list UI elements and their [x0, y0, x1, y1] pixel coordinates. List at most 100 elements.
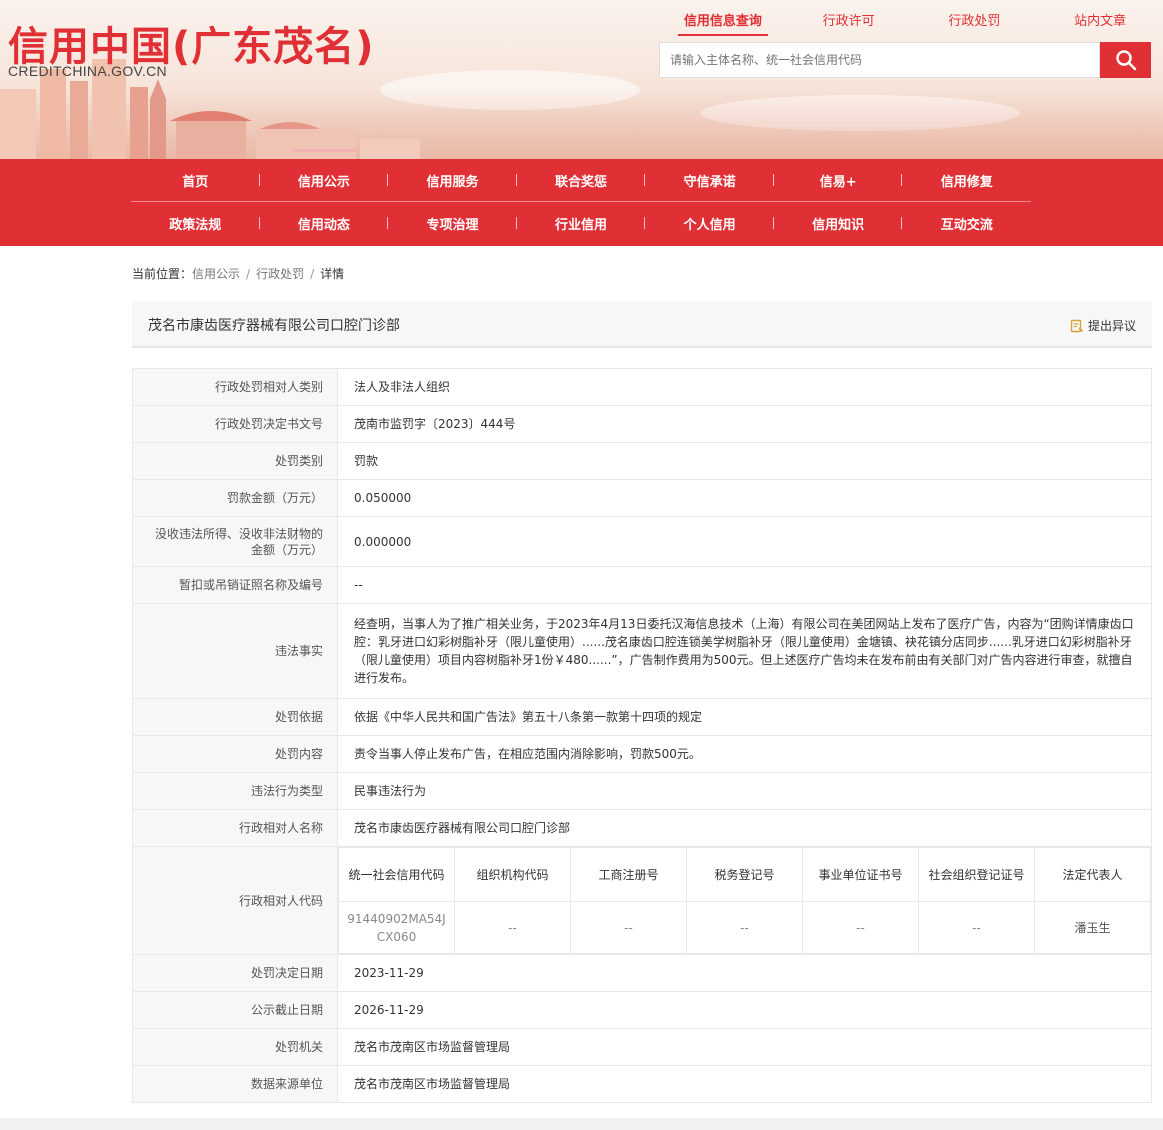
code-cell: 统一社会信用代码 组织机构代码 工商注册号 税务登记号 事业单位证书号 社会组织…: [337, 846, 1152, 955]
record-title: 茂名市康齿医疗器械有限公司口腔门诊部: [148, 318, 400, 334]
breadcrumb-credit-publicity[interactable]: 信用公示: [192, 267, 240, 281]
field-label: 行政处罚决定书文号: [132, 405, 338, 443]
nav-item-credit-publicity[interactable]: 信用公示: [260, 148, 389, 190]
field-label: 处罚机关: [132, 1028, 338, 1066]
table-row: 数据来源单位 茂名市茂南区市场监督管理局: [132, 1065, 1152, 1103]
code-header: 工商注册号: [570, 847, 687, 902]
field-value: 茂名市茂南区市场监督管理局: [337, 1028, 1152, 1066]
objection-icon: [1070, 319, 1084, 332]
nav-item-personal-credit[interactable]: 个人信用: [645, 214, 774, 233]
breadcrumb-admin-penalty[interactable]: 行政处罚: [256, 267, 304, 281]
code-value: --: [802, 901, 919, 954]
identifier-code-table: 统一社会信用代码 组织机构代码 工商注册号 税务登记号 事业单位证书号 社会组织…: [338, 847, 1151, 954]
field-label: 处罚内容: [132, 735, 338, 773]
table-row: 行政处罚相对人类别 法人及非法人组织: [132, 368, 1152, 406]
code-header: 法定代表人: [1034, 847, 1151, 902]
code-value: --: [918, 901, 1035, 954]
field-label: 违法行为类型: [132, 772, 338, 810]
code-value-row: 91440902MA54JCX060 -- -- -- -- -- 潘玉生: [338, 901, 1151, 954]
table-row: 罚款金额（万元） 0.050000: [132, 479, 1152, 517]
field-value: 茂名市茂南区市场监督管理局: [337, 1065, 1152, 1103]
field-value: 茂南市监罚字〔2023〕444号: [337, 405, 1152, 443]
top-links: 信用信息查询 行政许可 行政处罚 站内文章: [660, 0, 1163, 36]
search-icon: [1115, 50, 1136, 71]
nav-item-credit-knowledge[interactable]: 信用知识: [774, 214, 903, 233]
field-value: 法人及非法人组织: [337, 368, 1152, 406]
field-value: 依据《中华人民共和国广告法》第五十八条第一款第十四项的规定: [337, 698, 1152, 736]
code-header: 事业单位证书号: [802, 847, 919, 902]
table-row: 处罚依据 依据《中华人民共和国广告法》第五十八条第一款第十四项的规定: [132, 698, 1152, 736]
code-value: 潘玉生: [1034, 901, 1151, 954]
table-row: 暂扣或吊销证照名称及编号 --: [132, 566, 1152, 604]
table-row: 处罚机关 茂名市茂南区市场监督管理局: [132, 1028, 1152, 1066]
nav-item-home[interactable]: 首页: [131, 171, 260, 190]
field-label: 处罚决定日期: [132, 954, 338, 992]
field-value: 茂名市康齿医疗器械有限公司口腔门诊部: [337, 809, 1152, 847]
search-button[interactable]: [1100, 42, 1151, 78]
field-value: 责令当事人停止发布广告，在相应范围内消除影响，罚款500元。: [337, 735, 1152, 773]
field-value: 罚款: [337, 442, 1152, 480]
breadcrumb-current: 详情: [320, 267, 345, 281]
breadcrumb-prefix: 当前位置：: [132, 267, 193, 281]
field-value: 0.000000: [337, 516, 1152, 567]
field-value: 经查明，当事人为了推广相关业务，于2023年4月13日委托汉海信息技术（上海）有…: [337, 603, 1152, 699]
breadcrumb: 当前位置：信用公示 / 行政处罚 / 详情: [132, 265, 344, 282]
table-row: 处罚类别 罚款: [132, 442, 1152, 480]
top-link-credit-query[interactable]: 信用信息查询: [660, 0, 786, 36]
nav-item-interaction[interactable]: 互动交流: [902, 214, 1031, 233]
table-row: 行政处罚决定书文号 茂南市监罚字〔2023〕444号: [132, 405, 1152, 443]
nav-item-credit-service[interactable]: 信用服务: [388, 171, 517, 190]
top-link-site-articles[interactable]: 站内文章: [1037, 0, 1163, 36]
table-row: 处罚内容 责令当事人停止发布广告，在相应范围内消除影响，罚款500元。: [132, 735, 1152, 773]
field-value: 0.050000: [337, 479, 1152, 517]
table-row: 处罚决定日期 2023-11-29: [132, 954, 1152, 992]
field-value: 2026-11-29: [337, 991, 1152, 1029]
table-row: 行政相对人名称 茂名市康齿医疗器械有限公司口腔门诊部: [132, 809, 1152, 847]
field-value: 民事违法行为: [337, 772, 1152, 810]
table-row: 没收违法所得、没收非法财物的金额（万元） 0.000000: [132, 516, 1152, 567]
site-logo-domain: CREDITCHINA.GOV.CN: [8, 63, 167, 79]
field-label: 罚款金额（万元）: [132, 479, 338, 517]
site-header: 信用中国(广东茂名) CREDITCHINA.GOV.CN 信用信息查询 行政许…: [0, 0, 1163, 159]
nav-item-industry-credit[interactable]: 行业信用: [517, 214, 646, 233]
field-label: 行政相对人名称: [132, 809, 338, 847]
field-value: --: [337, 566, 1152, 604]
nav-item-joint-reward-punish[interactable]: 联合奖惩: [517, 171, 646, 190]
field-label: 数据来源单位: [132, 1065, 338, 1103]
nav-item-xinyi-plus[interactable]: 信易+: [774, 171, 903, 190]
footer-strip: [0, 1118, 1163, 1130]
field-label: 违法事实: [132, 603, 338, 699]
field-label: 行政处罚相对人类别: [132, 368, 338, 406]
table-row: 违法事实 经查明，当事人为了推广相关业务，于2023年4月13日委托汉海信息技术…: [132, 603, 1152, 699]
search-input[interactable]: [659, 42, 1100, 78]
code-header: 统一社会信用代码: [338, 847, 455, 902]
field-label: 处罚依据: [132, 698, 338, 736]
nav-item-credit-news[interactable]: 信用动态: [260, 214, 389, 233]
nav-item-credit-repair[interactable]: 信用修复: [902, 171, 1031, 190]
code-value: 91440902MA54JCX060: [338, 901, 455, 954]
field-label: 处罚类别: [132, 442, 338, 480]
code-header: 组织机构代码: [454, 847, 571, 902]
code-header: 社会组织登记证号: [918, 847, 1035, 902]
nav-item-special-governance[interactable]: 专项治理: [388, 214, 517, 233]
nav-row-2: 政策法规 信用动态 专项治理 行业信用 个人信用 信用知识 互动交流: [131, 202, 1031, 245]
record-title-bar: 茂名市康齿医疗器械有限公司口腔门诊部 提出异议: [132, 302, 1152, 348]
field-label: 行政相对人代码: [132, 846, 338, 955]
table-row: 行政相对人代码 统一社会信用代码 组织机构代码 工商注册号 税务登记号 事业单位…: [132, 846, 1152, 955]
field-label: 公示截止日期: [132, 991, 338, 1029]
nav-item-credit-promise[interactable]: 守信承诺: [645, 171, 774, 190]
nav-row-1: 首页 信用公示 信用服务 联合奖惩 守信承诺 信易+ 信用修复: [131, 148, 1031, 202]
top-link-admin-penalty[interactable]: 行政处罚: [912, 0, 1038, 36]
code-header: 税务登记号: [686, 847, 803, 902]
penalty-detail-table: 行政处罚相对人类别 法人及非法人组织 行政处罚决定书文号 茂南市监罚字〔2023…: [132, 368, 1152, 1103]
field-label: 没收违法所得、没收非法财物的金额（万元）: [132, 516, 338, 567]
table-row: 公示截止日期 2026-11-29: [132, 991, 1152, 1029]
top-link-admin-license[interactable]: 行政许可: [786, 0, 912, 36]
code-value: --: [454, 901, 571, 954]
nav-item-policy[interactable]: 政策法规: [131, 214, 260, 233]
breadcrumb-separator: /: [246, 267, 251, 281]
field-label: 暂扣或吊销证照名称及编号: [132, 566, 338, 604]
field-value: 2023-11-29: [337, 954, 1152, 992]
main-nav: 首页 信用公示 信用服务 联合奖惩 守信承诺 信易+ 信用修复 政策法规 信用动…: [0, 148, 1163, 246]
raise-objection-button[interactable]: 提出异议: [1070, 317, 1136, 334]
